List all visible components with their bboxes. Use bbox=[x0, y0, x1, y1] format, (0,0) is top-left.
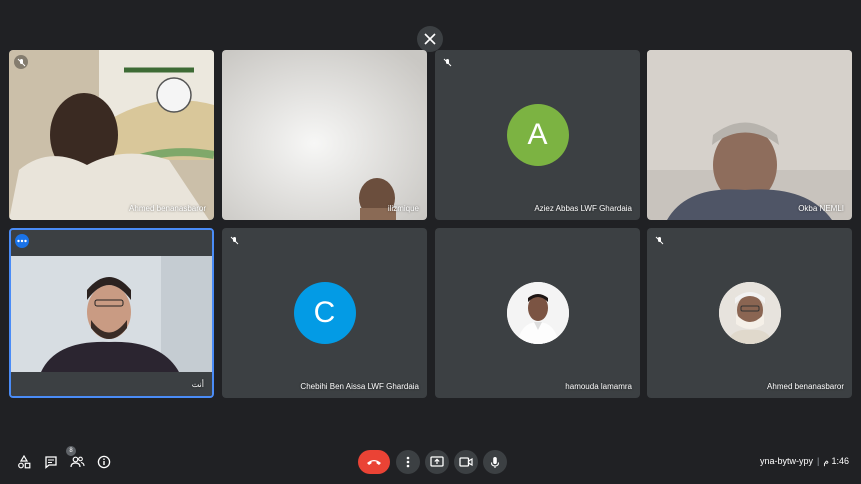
separator: | bbox=[817, 456, 820, 466]
more-horizontal-icon bbox=[17, 239, 27, 243]
people-icon bbox=[69, 456, 85, 468]
microphone-icon bbox=[490, 456, 500, 468]
participant-name: Ahmed benanasbaror bbox=[129, 204, 206, 213]
avatar-initial: C bbox=[313, 296, 336, 329]
meeting-time: 1:46 م bbox=[823, 456, 849, 466]
self-tile[interactable]: أنت bbox=[9, 228, 214, 398]
meeting-details: yna-bytw-ypy | 1:46 م bbox=[760, 456, 849, 467]
participant-tile-2[interactable]: ilizmique bbox=[222, 50, 427, 220]
participant-tile-8[interactable]: Ahmed benanasbaror bbox=[647, 228, 852, 398]
present-screen-icon bbox=[430, 456, 444, 467]
meeting-code: yna-bytw-ypy bbox=[760, 456, 814, 466]
participant-name: ilizmique bbox=[387, 204, 419, 213]
video-camera-icon bbox=[459, 457, 473, 467]
phone-hangup-icon bbox=[367, 460, 381, 465]
avatar bbox=[506, 282, 569, 344]
participant-video bbox=[647, 50, 852, 220]
more-options-button[interactable] bbox=[15, 234, 29, 248]
chat-button[interactable] bbox=[40, 451, 62, 473]
participant-name: hamouda lamamra bbox=[565, 382, 632, 391]
close-button[interactable] bbox=[417, 26, 443, 52]
avatar: C bbox=[293, 282, 356, 344]
meeting-info-button[interactable] bbox=[93, 451, 115, 473]
participant-tile-3[interactable]: A Aziez Abbas LWF Ghardaia bbox=[435, 50, 640, 220]
avatar: A bbox=[506, 104, 569, 166]
shapes-icon bbox=[18, 455, 31, 469]
mic-off-icon bbox=[227, 233, 241, 247]
microphone-button[interactable] bbox=[483, 450, 507, 474]
chat-icon bbox=[45, 456, 57, 469]
participant-tile-6[interactable]: C Chebihi Ben Aissa LWF Ghardaia bbox=[222, 228, 427, 398]
self-video bbox=[11, 230, 212, 396]
participant-tile-4[interactable]: Okba NEMLI bbox=[647, 50, 852, 220]
avatar-initial: A bbox=[527, 118, 548, 151]
participant-name: Aziez Abbas LWF Ghardaia bbox=[534, 204, 632, 213]
close-icon bbox=[424, 33, 436, 45]
more-vertical-icon bbox=[406, 456, 410, 468]
present-screen-button[interactable] bbox=[425, 450, 449, 474]
participant-tile-7[interactable]: hamouda lamamra bbox=[435, 228, 640, 398]
participant-name: Okba NEMLI bbox=[798, 204, 844, 213]
info-icon bbox=[97, 455, 111, 469]
avatar bbox=[718, 282, 781, 344]
camera-button[interactable] bbox=[454, 450, 478, 474]
participant-tile-1[interactable]: Ahmed benanasbaror bbox=[9, 50, 214, 220]
more-options-button[interactable] bbox=[396, 450, 420, 474]
activities-button[interactable] bbox=[13, 451, 35, 473]
end-call-button[interactable] bbox=[358, 450, 390, 474]
participant-name: Chebihi Ben Aissa LWF Ghardaia bbox=[300, 382, 419, 391]
mic-off-icon bbox=[652, 233, 666, 247]
people-count-badge: 8 bbox=[66, 446, 76, 456]
participant-name: أنت bbox=[191, 380, 204, 389]
participant-video bbox=[222, 50, 427, 220]
mic-off-icon bbox=[14, 55, 28, 69]
mic-off-icon bbox=[440, 55, 454, 69]
participant-video bbox=[9, 50, 214, 220]
participant-name: Ahmed benanasbaror bbox=[767, 382, 844, 391]
